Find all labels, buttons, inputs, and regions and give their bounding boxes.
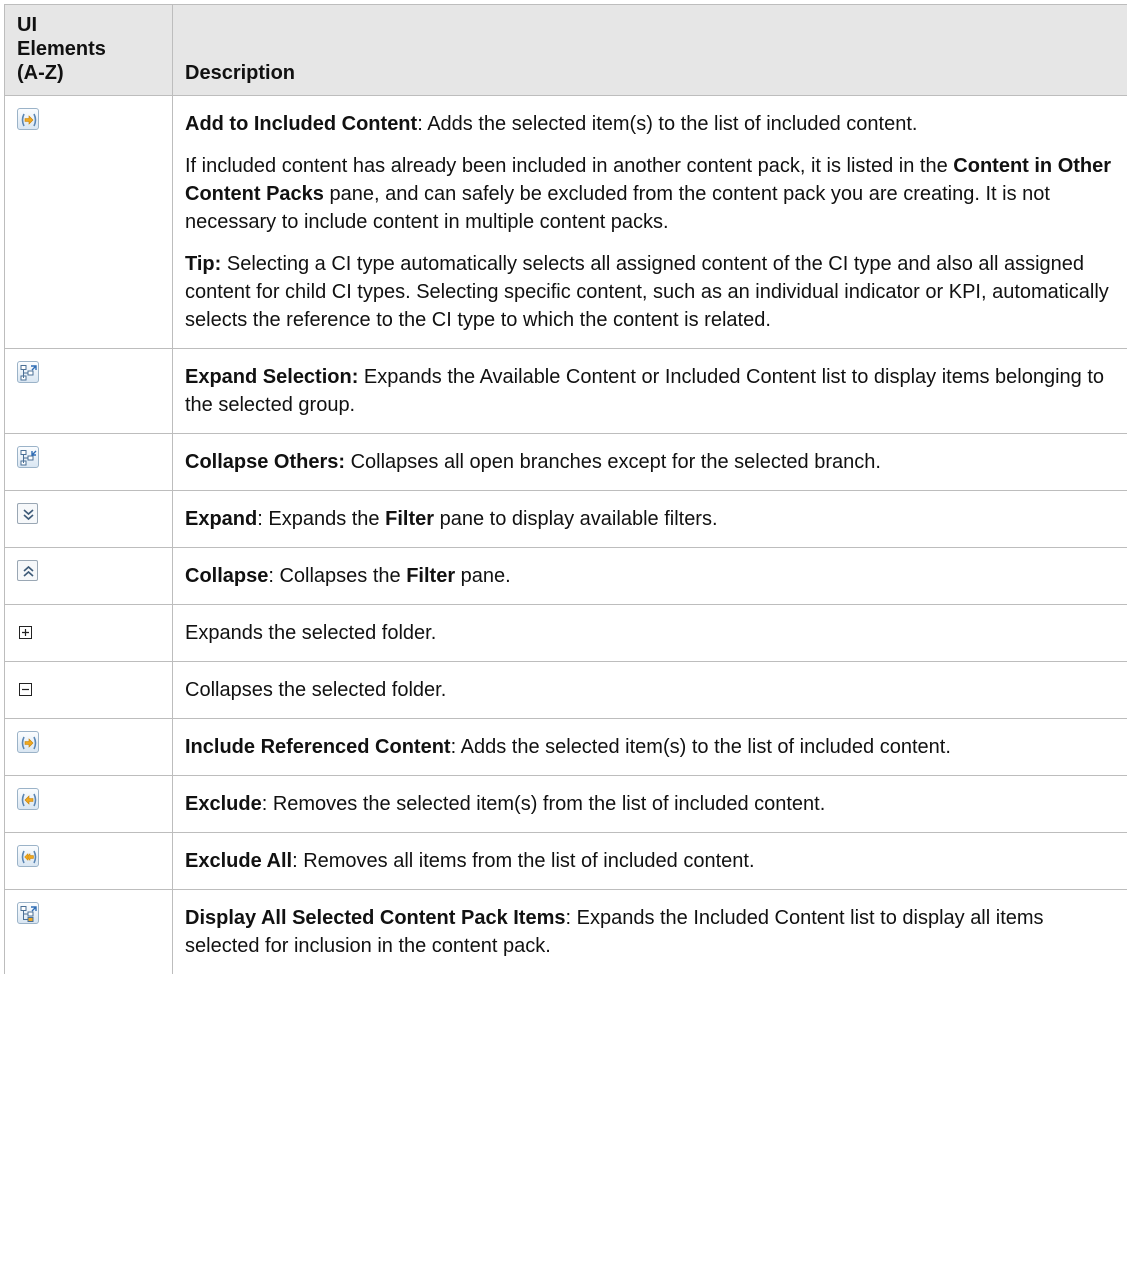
description-cell: Exclude All: Removes all items from the …	[172, 832, 1127, 890]
description-paragraph: Add to Included Content: Adds the select…	[185, 110, 1116, 138]
ui-element-cell	[4, 547, 173, 605]
table-row: Expands the selected folder.	[4, 604, 1127, 662]
description-term: Exclude All	[185, 850, 293, 872]
ui-element-cell	[4, 775, 173, 833]
description-cell: Expands the selected folder.	[172, 604, 1127, 662]
ui-element-cell	[4, 348, 173, 434]
ui-element-cell	[4, 433, 173, 491]
ui-elements-table: UI Elements (A-Z) Description Add to Inc…	[4, 4, 1127, 974]
description-paragraph: Display All Selected Content Pack Items:…	[185, 904, 1116, 960]
description-paragraph: If included content has already been inc…	[185, 152, 1116, 236]
table-row: Collapse Others: Collapses all open bran…	[4, 433, 1127, 491]
description-cell: Add to Included Content: Adds the select…	[172, 95, 1127, 349]
description-paragraph: Include Referenced Content: Adds the sel…	[185, 733, 1116, 761]
description-text: If included content has already been inc…	[185, 155, 954, 177]
description-text: : Expands the	[257, 508, 386, 530]
ui-element-cell	[4, 95, 173, 349]
table-row: Expand: Expands the Filter pane to displ…	[4, 490, 1127, 548]
description-text: Selecting a CI type automatically select…	[185, 253, 1109, 331]
description-paragraph: Collapse: Collapses the Filter pane.	[185, 562, 1116, 590]
description-term: Collapse Others:	[185, 451, 346, 473]
description-cell: Collapse: Collapses the Filter pane.	[172, 547, 1127, 605]
collapse-chevron-up-icon	[17, 560, 38, 586]
description-term: Filter	[385, 508, 435, 530]
description-cell: Include Referenced Content: Adds the sel…	[172, 718, 1127, 776]
description-term: Include Referenced Content	[185, 736, 451, 758]
description-text: : Adds the selected item(s) to the list …	[417, 113, 918, 135]
column-header-ui-elements-line: UI	[17, 14, 37, 36]
ui-element-cell	[4, 889, 173, 974]
collapse-others-icon	[17, 446, 39, 473]
description-text: Expands the selected folder.	[185, 622, 437, 644]
description-term: Tip:	[185, 253, 222, 275]
description-cell: Exclude: Removes the selected item(s) fr…	[172, 775, 1127, 833]
description-term: Expand	[185, 508, 258, 530]
table-row: Exclude All: Removes all items from the …	[4, 832, 1127, 890]
table-row: Include Referenced Content: Adds the sel…	[4, 718, 1127, 776]
description-cell: Expand Selection: Expands the Available …	[172, 348, 1127, 434]
table-row: Collapses the selected folder.	[4, 661, 1127, 719]
description-text: Collapses all open branches except for t…	[345, 451, 881, 473]
description-text: : Collapses the	[268, 565, 407, 587]
table-row: Add to Included Content: Adds the select…	[4, 95, 1127, 349]
include-referenced-arrow-icon	[17, 731, 39, 758]
display-all-selected-icon	[17, 902, 39, 929]
description-paragraph: Expand: Expands the Filter pane to displ…	[185, 505, 1116, 533]
header-row: UI Elements (A-Z) Description	[4, 4, 1127, 96]
description-text: : Adds the selected item(s) to the list …	[450, 736, 951, 758]
description-text: : Removes all items from the list of inc…	[292, 850, 755, 872]
column-header-ui-elements: UI Elements (A-Z)	[4, 4, 173, 96]
description-term: Exclude	[185, 793, 262, 815]
table-row: Display All Selected Content Pack Items:…	[4, 889, 1127, 974]
column-header-description: Description	[172, 4, 1127, 96]
exclude-arrow-left-icon	[17, 788, 39, 815]
description-text: Collapses the selected folder.	[185, 679, 447, 701]
description-term: Add to Included Content	[185, 113, 418, 135]
plus-box-icon	[17, 622, 32, 644]
expand-chevron-down-icon	[17, 503, 38, 529]
description-text: pane.	[455, 565, 511, 587]
description-cell: Collapse Others: Collapses all open bran…	[172, 433, 1127, 491]
ui-element-cell	[4, 718, 173, 776]
description-paragraph: Exclude All: Removes all items from the …	[185, 847, 1116, 875]
description-term: Filter	[406, 565, 456, 587]
minus-box-icon	[17, 679, 32, 701]
column-header-ui-elements-line: Elements	[17, 38, 106, 60]
description-paragraph: Collapse Others: Collapses all open bran…	[185, 448, 1116, 476]
description-term: Expand Selection:	[185, 366, 359, 388]
ui-element-cell	[4, 604, 173, 662]
description-paragraph: Exclude: Removes the selected item(s) fr…	[185, 790, 1116, 818]
table-row: Expand Selection: Expands the Available …	[4, 348, 1127, 434]
description-cell: Display All Selected Content Pack Items:…	[172, 889, 1127, 974]
description-text: pane to display available filters.	[434, 508, 718, 530]
description-term: Display All Selected Content Pack Items	[185, 907, 566, 929]
description-paragraph: Expand Selection: Expands the Available …	[185, 363, 1116, 419]
description-cell: Expand: Expands the Filter pane to displ…	[172, 490, 1127, 548]
table-row: Collapse: Collapses the Filter pane.	[4, 547, 1127, 605]
description-cell: Collapses the selected folder.	[172, 661, 1127, 719]
description-term: Collapse	[185, 565, 269, 587]
description-text: : Removes the selected item(s) from the …	[261, 793, 826, 815]
ui-element-cell	[4, 661, 173, 719]
description-paragraph: Collapses the selected folder.	[185, 676, 1116, 704]
description-paragraph: Tip: Selecting a CI type automatically s…	[185, 250, 1116, 334]
add-arrow-right-icon	[17, 108, 39, 135]
expand-selection-icon	[17, 361, 39, 388]
ui-element-cell	[4, 490, 173, 548]
exclude-all-double-arrow-icon	[17, 845, 39, 872]
description-paragraph: Expands the selected folder.	[185, 619, 1116, 647]
column-header-ui-elements-line: (A-Z)	[17, 62, 64, 84]
ui-element-cell	[4, 832, 173, 890]
table-row: Exclude: Removes the selected item(s) fr…	[4, 775, 1127, 833]
